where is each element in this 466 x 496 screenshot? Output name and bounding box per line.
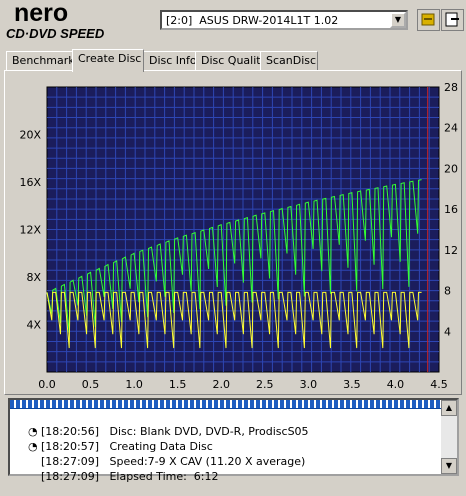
y-left-tick-label: 20X bbox=[19, 129, 41, 142]
y-left-tick-label: 16X bbox=[19, 176, 41, 189]
tab-create-disc[interactable]: Create Disc bbox=[72, 49, 144, 72]
log-row: [18:27:09] Speed:7-9 X CAV (11.20 X aver… bbox=[14, 442, 305, 468]
x-tick-label: 4.0 bbox=[387, 378, 405, 391]
x-tick-label: 0.5 bbox=[82, 378, 100, 391]
exit-button[interactable] bbox=[441, 9, 464, 31]
y-right-tick-label: 4 bbox=[444, 325, 451, 338]
log-scrollbar[interactable]: ▲ ▼ bbox=[441, 400, 457, 474]
logo-secondary: CD·DVD SPEED bbox=[6, 26, 105, 41]
tab-scandisc[interactable]: ScanDisc bbox=[260, 51, 318, 70]
chevron-down-icon[interactable]: ▼ bbox=[390, 12, 406, 28]
y-right-tick-label: 28 bbox=[444, 81, 458, 94]
x-tick-label: 2.5 bbox=[256, 378, 274, 391]
tab-disc-quality[interactable]: Disc Quality bbox=[195, 51, 267, 70]
x-tick-label: 0.0 bbox=[38, 378, 56, 391]
logo-primary: nero bbox=[14, 2, 68, 27]
tab-benchmark[interactable]: Benchmark bbox=[6, 51, 75, 70]
y-right-tick-label: 24 bbox=[444, 122, 458, 135]
exit-icon bbox=[445, 12, 459, 27]
speed-chart: 4X 8X 12X 16X 20X 4 8 12 16 20 24 28 0.0 0.5 1.0 1.5 2.0… bbox=[19, 81, 458, 391]
scroll-up-icon[interactable]: ▲ bbox=[441, 400, 457, 416]
y-right-tick-label: 16 bbox=[444, 203, 458, 216]
y-right-tick-label: 12 bbox=[444, 244, 458, 257]
nero-logo: nero CD·DVD SPEED bbox=[6, 2, 105, 41]
x-tick-label: 3.5 bbox=[343, 378, 361, 391]
swap-disc-button[interactable] bbox=[417, 9, 440, 31]
progress-bar bbox=[10, 400, 443, 409]
y-left-tick-label: 12X bbox=[19, 224, 41, 237]
x-tick-label: 1.0 bbox=[125, 378, 143, 391]
x-tick-label: 2.0 bbox=[212, 378, 230, 391]
y-right-tick-label: 8 bbox=[444, 285, 451, 298]
log-row: ◔ [18:20:57] Creating Data Disc bbox=[14, 427, 213, 453]
drive-select[interactable]: [2:0] ASUS DRW-2014L1T 1.02 ▼ bbox=[160, 10, 408, 30]
log-row: ◔ [18:20:56] Disc: Blank DVD, DVD-R, Prod… bbox=[14, 412, 309, 438]
log-panel: ◔ [18:20:56] Disc: Blank DVD, DVD-R, Prod… bbox=[8, 398, 459, 483]
log-row: [18:27:09] Elapsed Time: 6:12 bbox=[14, 457, 219, 483]
y-right-tick-label: 20 bbox=[444, 162, 458, 175]
x-tick-label: 1.5 bbox=[169, 378, 187, 391]
scroll-down-icon[interactable]: ▼ bbox=[441, 458, 457, 474]
x-tick-label: 4.5 bbox=[430, 378, 448, 391]
x-tick-label: 3.0 bbox=[300, 378, 318, 391]
y-left-tick-label: 8X bbox=[26, 271, 41, 284]
y-left-tick-label: 4X bbox=[26, 319, 41, 332]
drive-select-value: [2:0] ASUS DRW-2014L1T 1.02 bbox=[166, 14, 339, 27]
swap-disc-icon bbox=[421, 13, 435, 26]
tab-disc-info[interactable]: Disc Info bbox=[143, 51, 197, 70]
